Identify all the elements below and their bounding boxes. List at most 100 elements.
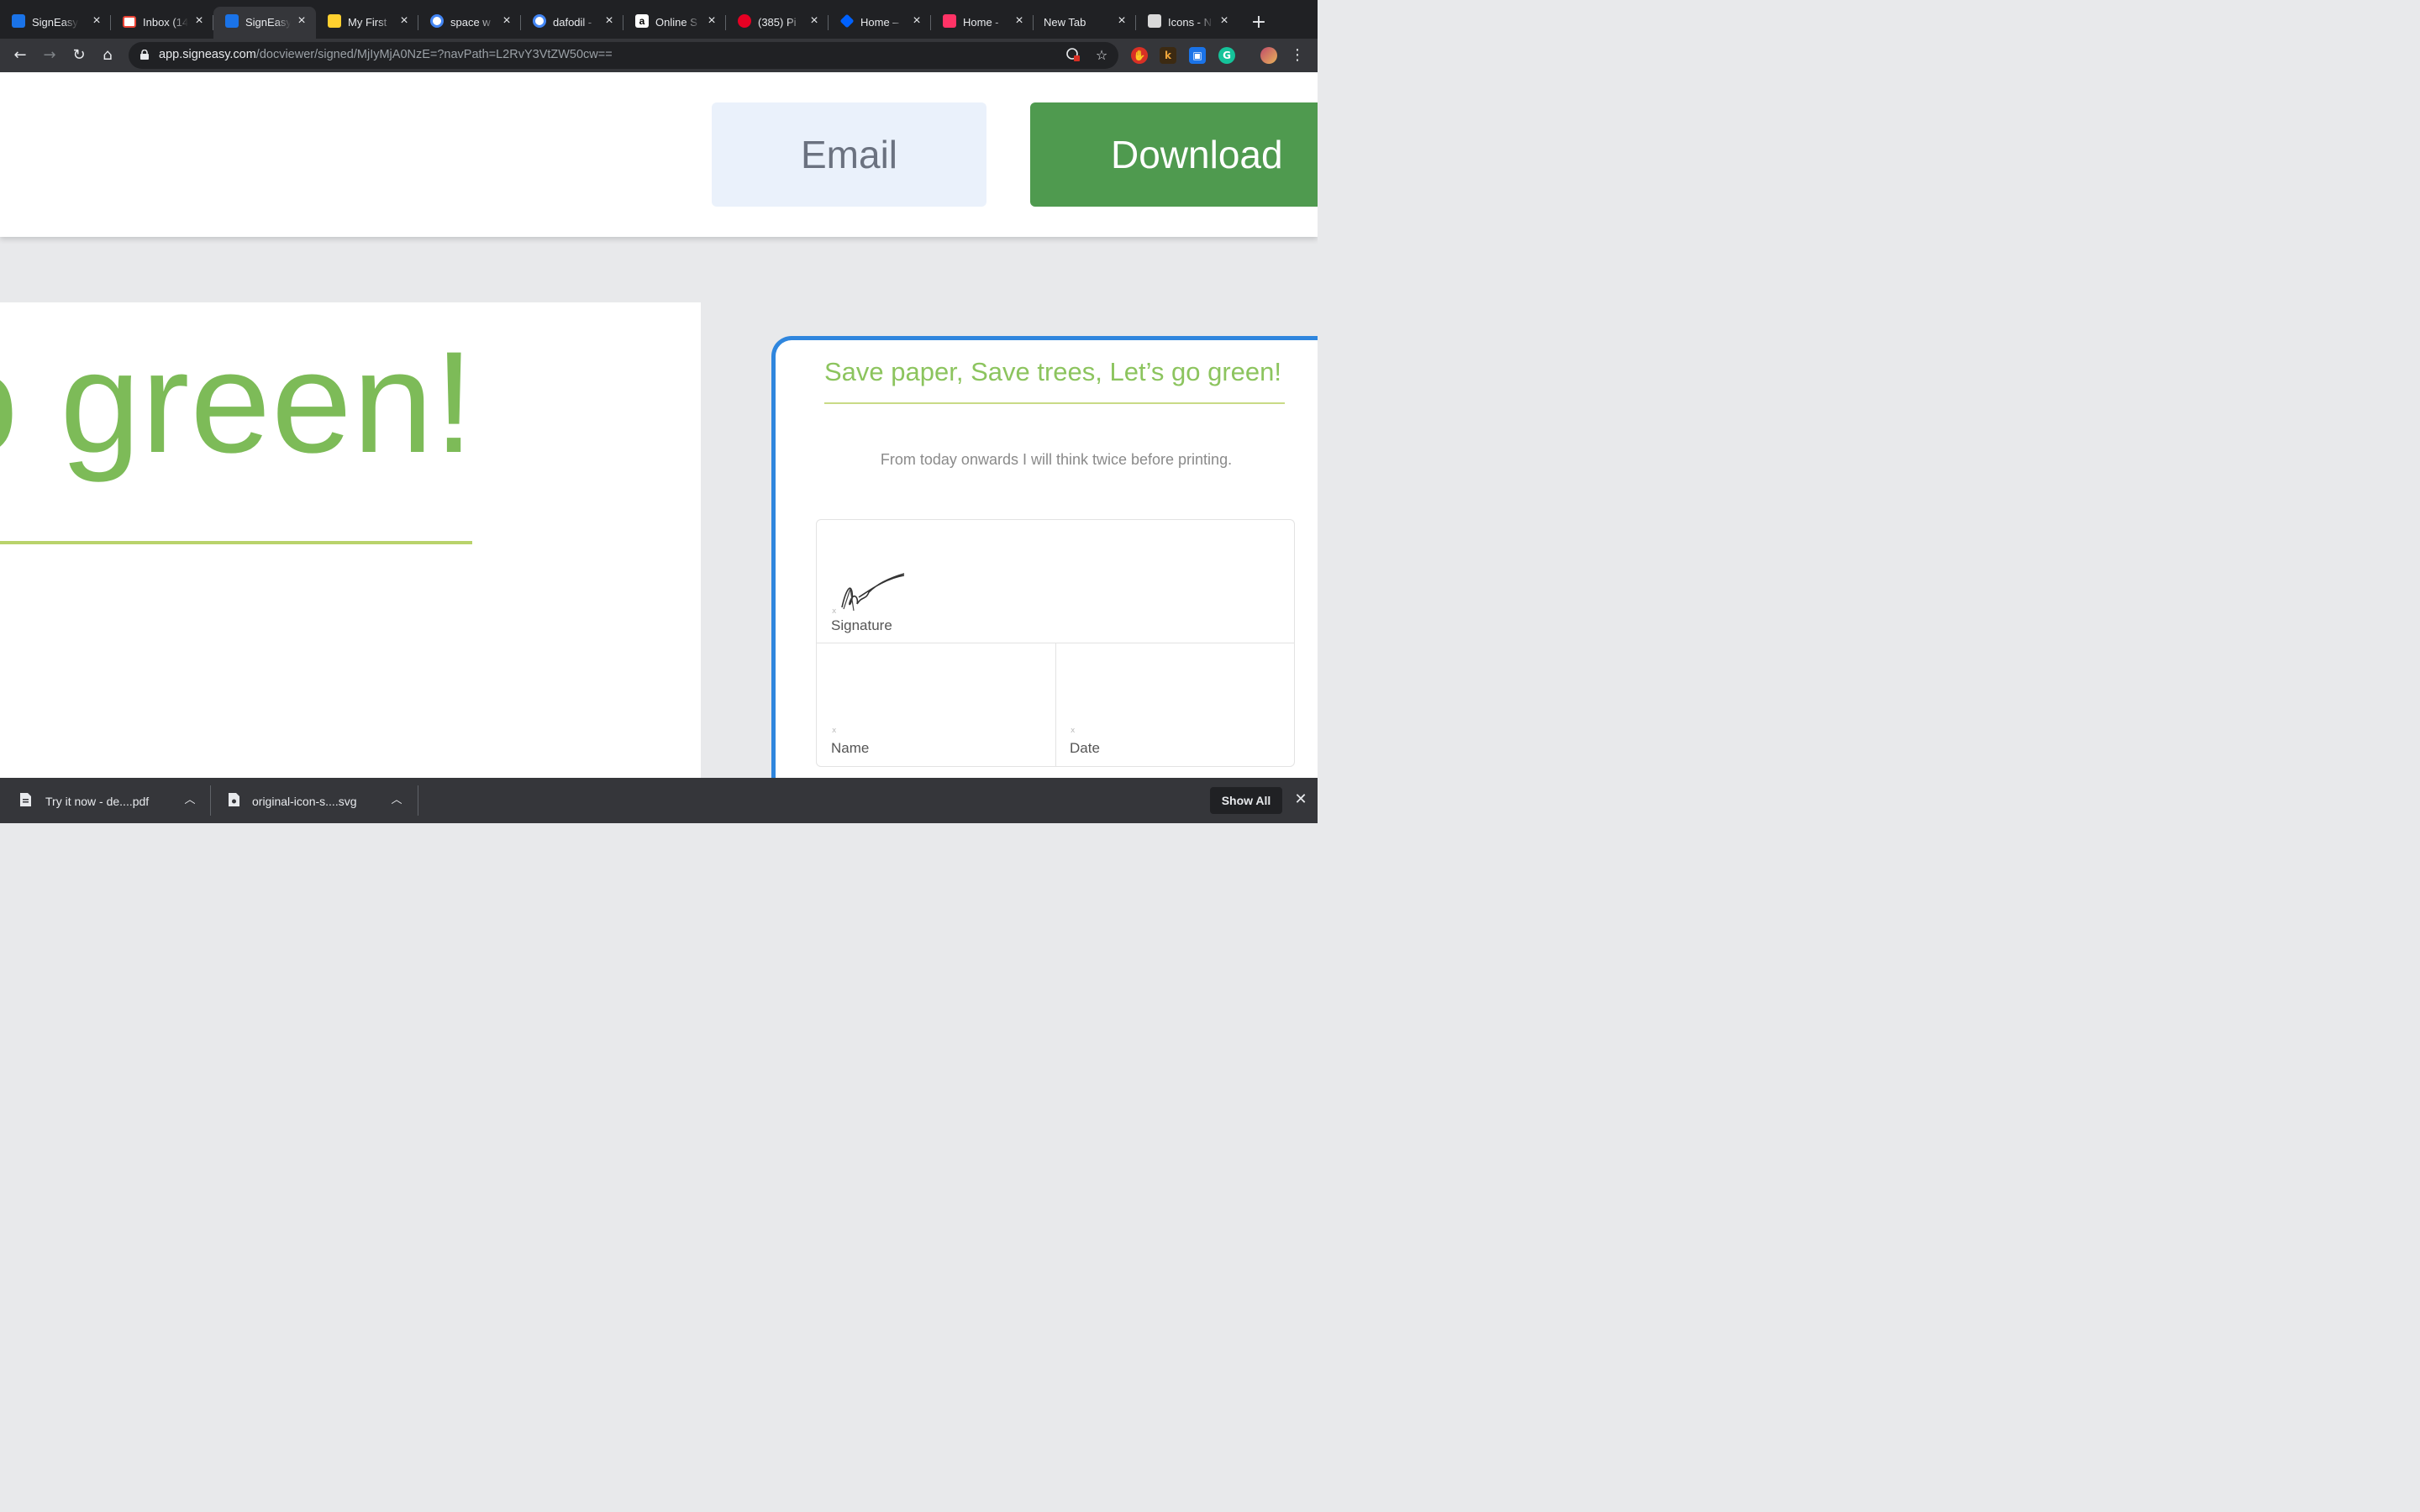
page-content: Email Download o green! Save paper, Save… [0,72,1318,778]
svg-file-icon [229,793,239,806]
pinterest-icon [738,14,751,28]
miro-icon [328,14,341,28]
grammarly-extension-icon[interactable]: G [1218,47,1235,64]
tab-title: New Tab [1044,16,1086,29]
show-all-downloads-button[interactable]: Show All [1210,787,1282,814]
name-field-label: Name [831,740,870,756]
tab-signeasy-active[interactable]: SignEasy × [213,7,316,39]
page-icon [1148,14,1161,28]
tab-google-space[interactable]: space w × [418,7,521,39]
email-button[interactable]: Email [712,102,986,207]
address-bar[interactable]: app.signeasy.com/docviewer/signed/MjIyMj… [129,42,1118,69]
tab-strip: SignEasy × Inbox (14 × SignEasy × My Fir… [0,0,1318,39]
tab-miro[interactable]: My First × [316,7,418,39]
date-field-marker: x [1071,727,1076,735]
google-icon [533,14,546,28]
close-tab-icon[interactable]: × [1012,13,1027,29]
signature-image [841,573,905,612]
close-tab-icon[interactable]: × [1217,13,1232,29]
tab-title: (385) Pi [758,16,797,29]
name-field-marker: x [832,727,837,735]
lock-icon [140,50,149,60]
document-action-bar: Email Download [0,72,1318,237]
close-icon[interactable]: ✕ [1292,791,1309,808]
tracking-blocked-icon[interactable] [1065,47,1081,64]
pdf-file-icon [20,793,31,806]
tab-signeasy-1[interactable]: SignEasy × [0,7,111,39]
preview-subtitle: From today onwards I will think twice be… [880,451,1233,468]
tab-title: My First [348,16,387,29]
document-heading: o green! [0,322,476,483]
close-tab-icon[interactable]: × [1114,13,1129,29]
shelf-divider [210,785,211,816]
tab-inbox[interactable]: Inbox (14 × [111,7,213,39]
url-host: app.signeasy.com [159,48,256,61]
download-shelf: Try it now - de....pdf ︿ original-icon-s… [0,778,1318,823]
tab-amazon[interactable]: a Online S × [623,7,726,39]
download-button[interactable]: Download [1030,102,1318,207]
browser-window: SignEasy × Inbox (14 × SignEasy × My Fir… [0,0,1318,823]
forward-arrow-icon[interactable]: → [39,45,60,66]
home-icon[interactable]: ⌂ [97,45,118,66]
bookmark-star-icon[interactable]: ☆ [1093,47,1110,64]
date-field-label: Date [1070,740,1100,756]
back-arrow-icon[interactable]: ← [10,45,30,66]
download-item[interactable]: Try it now - de....pdf ︿ [20,778,205,823]
document-preview-card[interactable]: Save paper, Save trees, Let’s go green! … [771,336,1318,778]
tab-new-tab[interactable]: New Tab × [1034,7,1136,39]
close-tab-icon[interactable]: × [499,13,514,29]
profile-avatar[interactable] [1260,47,1277,64]
tab-icons[interactable]: Icons - N × [1136,7,1239,39]
invision-icon [943,14,956,28]
close-tab-icon[interactable]: × [397,13,412,29]
close-tab-icon[interactable]: × [807,13,822,29]
document-page: o green! [0,302,701,778]
tab-title: Home - [963,16,999,29]
download-file-name: Try it now - de....pdf [45,795,150,808]
dropbox-icon [839,13,855,29]
google-icon [430,14,444,28]
close-tab-icon[interactable]: × [602,13,617,29]
tab-title: space w [450,16,491,29]
heading-underline [0,541,472,544]
keepa-extension-icon[interactable]: k [1160,47,1176,64]
tab-google-dafodil[interactable]: dafodil - × [521,7,623,39]
close-tab-icon[interactable]: × [909,13,924,29]
url-path: /docviewer/signed/MjIyMjA0NzE=?navPath=L… [255,48,613,61]
preview-title: Save paper, Save trees, Let’s go green! [824,357,1282,386]
tab-title: SignEasy [245,16,291,29]
chevron-up-icon[interactable]: ︿ [183,791,197,808]
tab-title: dafodil - [553,16,592,29]
new-tab-plus-icon[interactable]: + [1249,13,1269,34]
tab-title: Icons - N [1168,16,1213,29]
close-tab-icon[interactable]: × [89,13,104,29]
tab-dropbox[interactable]: Home – × [829,7,931,39]
download-file-name: original-icon-s....svg [252,795,357,808]
signature-fields-table: x Signature x Name x Date [816,519,1295,767]
signeasy-icon [225,14,239,28]
gmail-icon [123,16,136,28]
chevron-up-icon[interactable]: ︿ [390,791,403,808]
amazon-icon: a [635,14,649,28]
tab-title: SignEasy [32,16,78,29]
preview-title-underline [824,402,1285,404]
signature-field-label: Signature [831,617,892,633]
url-text: app.signeasy.com/docviewer/signed/MjIyMj… [159,48,613,61]
signature-field-marker: x [832,607,837,616]
tab-title: Home – [860,16,899,29]
tab-invision[interactable]: Home - × [931,7,1034,39]
download-item[interactable]: original-icon-s....svg ︿ [229,778,413,823]
close-tab-icon[interactable]: × [704,13,719,29]
more-menu-icon[interactable]: ⋮ [1287,45,1307,66]
table-divider [1055,643,1056,767]
adblock-extension-icon[interactable]: ✋ [1131,47,1148,64]
close-tab-icon[interactable]: × [192,13,207,29]
download-button-label: Download [1111,133,1283,176]
tab-pinterest[interactable]: (385) Pi × [726,7,829,39]
signeasy-icon [12,14,25,28]
tab-title: Online S [655,16,697,29]
reload-icon[interactable]: ↻ [69,45,89,66]
tab-title: Inbox (14 [143,16,188,29]
close-tab-icon[interactable]: × [294,13,309,29]
screenshot-extension-icon[interactable]: ▣ [1189,47,1206,64]
